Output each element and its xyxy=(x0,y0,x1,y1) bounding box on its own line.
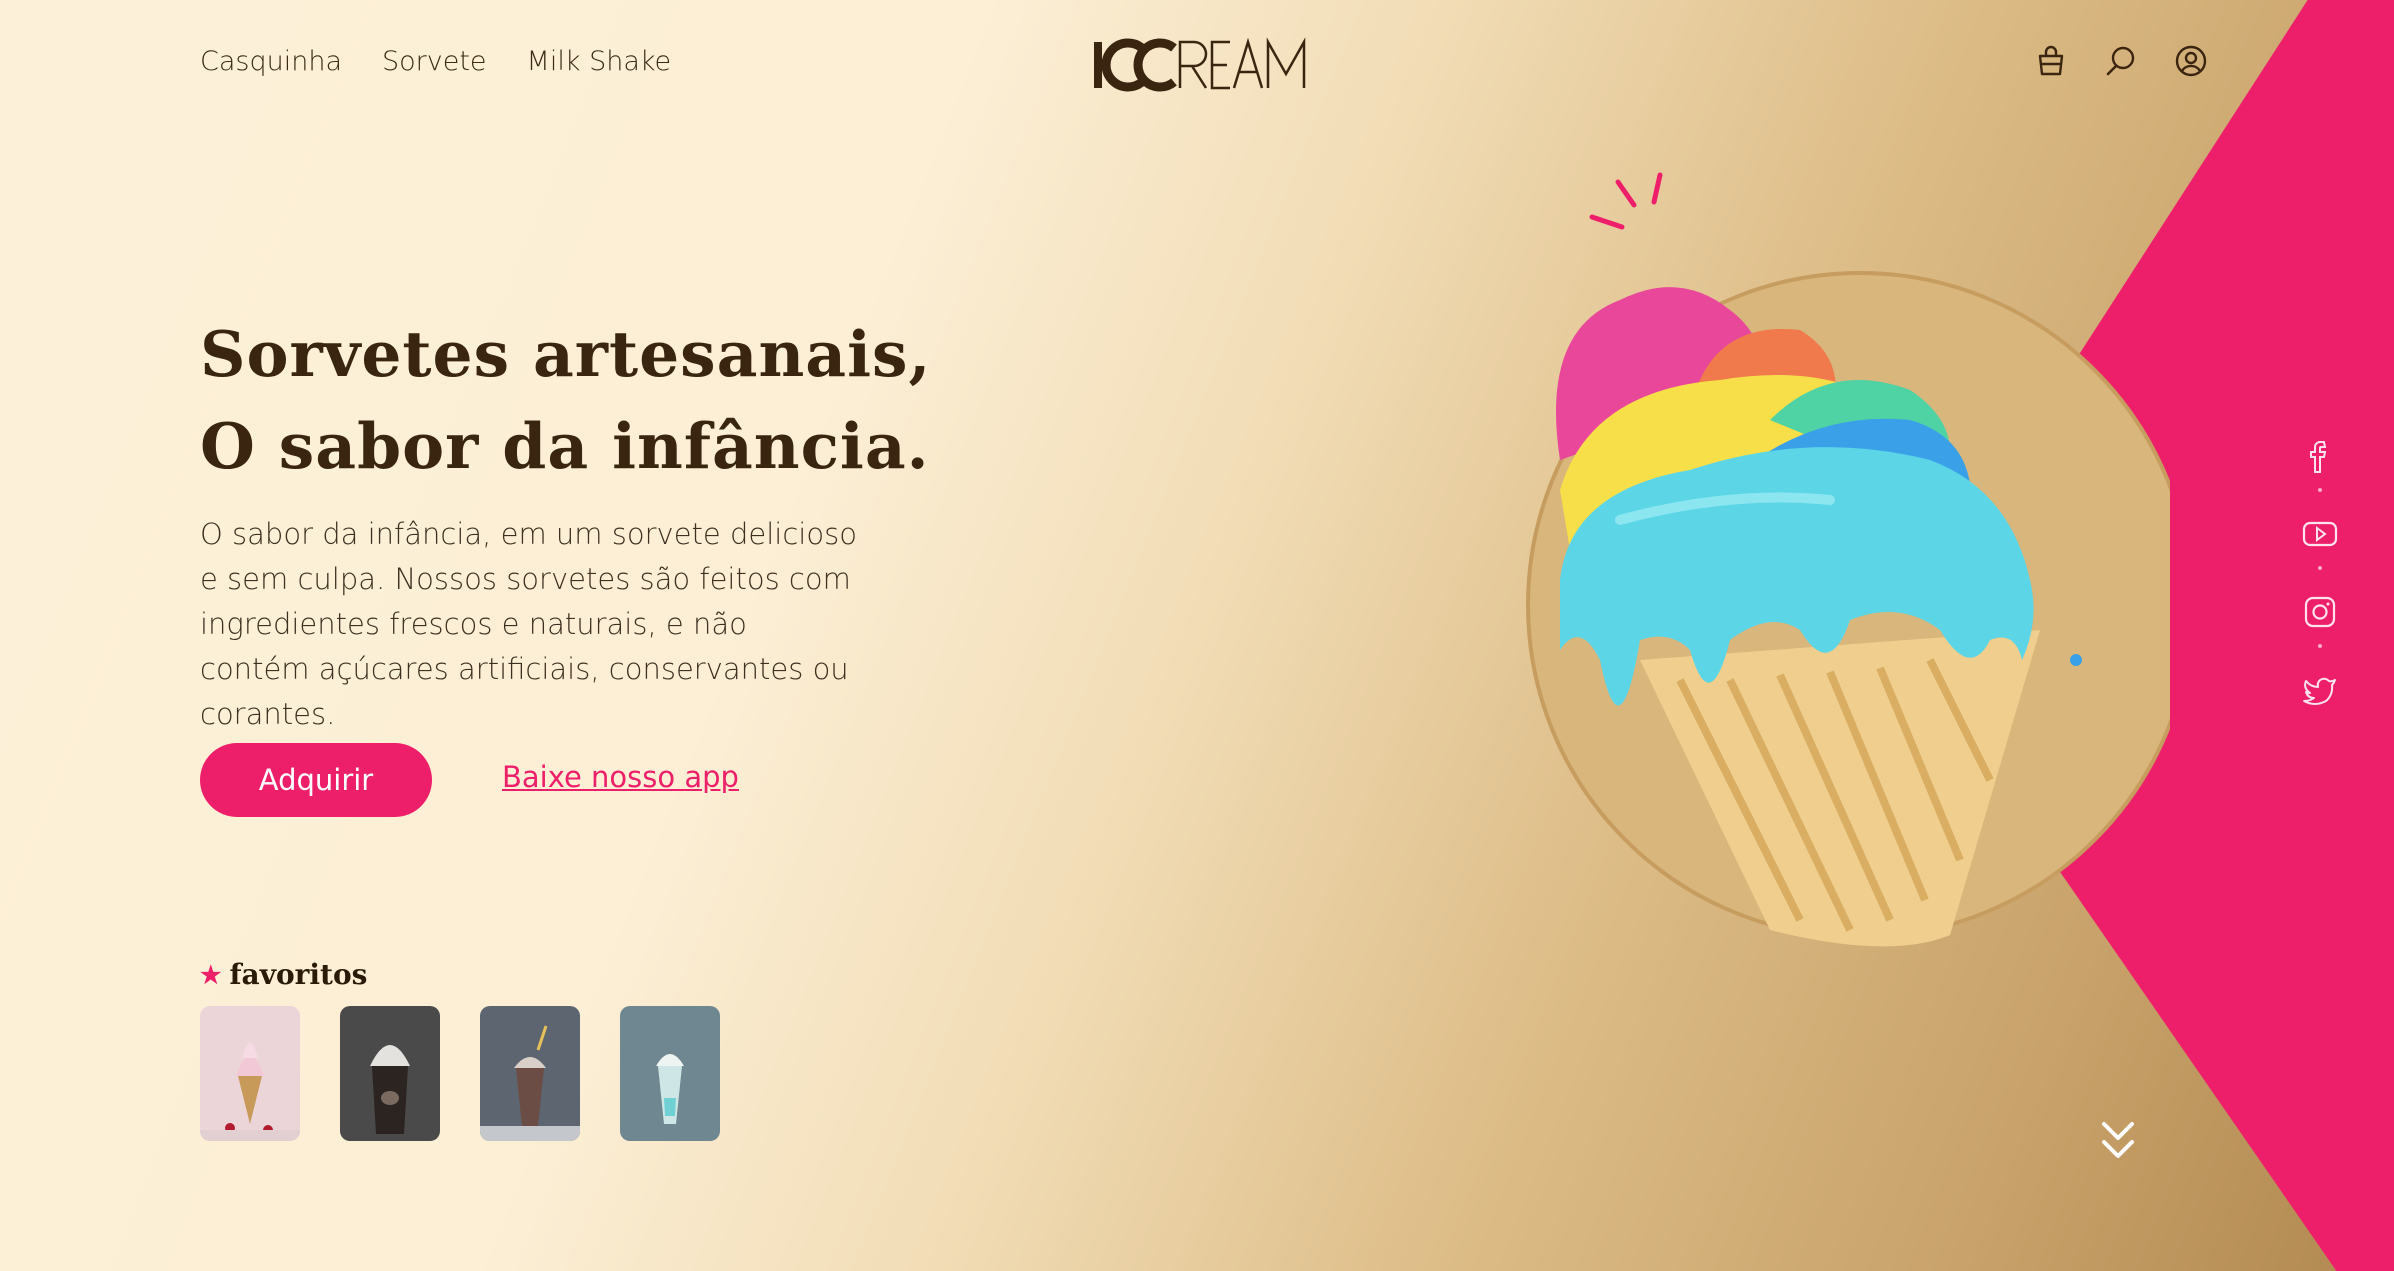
hero-description: O sabor da infância, em um sorvete delic… xyxy=(200,517,857,731)
twitter-icon[interactable] xyxy=(2300,670,2340,710)
main-nav: Casquinha Sorvete Milk Shake xyxy=(200,46,711,77)
hero-title-line2: O sabor da infância. xyxy=(200,409,930,483)
search-icon[interactable] xyxy=(2104,44,2140,80)
buy-button[interactable]: Adquirir xyxy=(200,743,432,817)
hero-title-line1: Sorvetes artesanais, xyxy=(200,317,932,391)
nav-sorvete[interactable]: Sorvete xyxy=(382,46,487,77)
nav-casquinha[interactable]: Casquinha xyxy=(200,46,342,77)
ice-cream-cone-thumb[interactable] xyxy=(200,1006,300,1141)
star-icon: ★ xyxy=(200,960,222,989)
brand-logo[interactable] xyxy=(1090,34,1310,94)
download-app-link[interactable]: Baixe nosso app xyxy=(502,760,739,794)
milkshake-dark-thumb[interactable] xyxy=(340,1006,440,1141)
youtube-icon[interactable] xyxy=(2300,514,2340,554)
milkshake-mint-thumb[interactable] xyxy=(620,1006,720,1141)
nav-milk-shake[interactable]: Milk Shake xyxy=(527,46,672,77)
header-actions xyxy=(2034,44,2210,80)
hero-ice-cream-image xyxy=(1526,172,2170,947)
favorites-title: ★ favoritos xyxy=(200,958,367,991)
favorites-label: favoritos xyxy=(229,958,368,991)
social-separator xyxy=(2318,566,2322,570)
bag-icon[interactable] xyxy=(2034,44,2070,80)
hero-title: Sorvetes artesanais, O sabor da infância… xyxy=(200,308,931,492)
social-links xyxy=(2300,436,2340,736)
facebook-icon[interactable] xyxy=(2300,436,2340,476)
user-icon[interactable] xyxy=(2174,44,2210,80)
social-separator xyxy=(2318,488,2322,492)
milkshake-chocolate-thumb[interactable] xyxy=(480,1006,580,1141)
social-separator xyxy=(2318,644,2322,648)
scroll-down-icon[interactable] xyxy=(2098,1116,2138,1166)
favorites-list xyxy=(200,1006,720,1141)
instagram-icon[interactable] xyxy=(2300,592,2340,632)
